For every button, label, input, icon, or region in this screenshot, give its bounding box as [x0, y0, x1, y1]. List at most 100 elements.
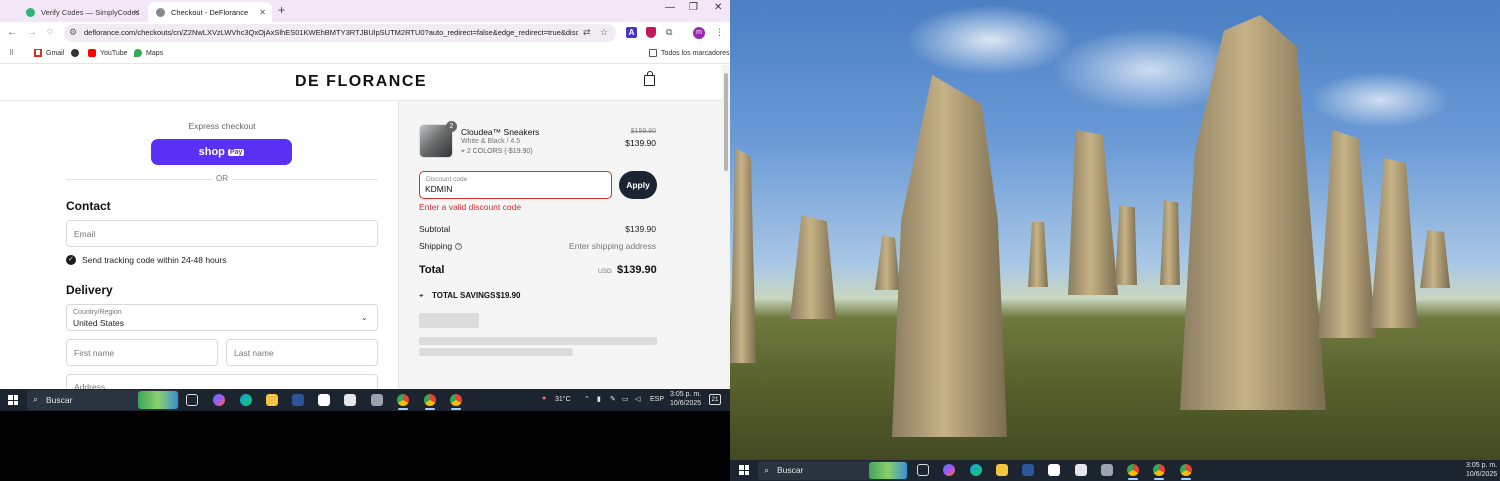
task-view-icon[interactable] — [917, 464, 929, 476]
contact-title: Contact — [66, 199, 111, 213]
file-explorer-icon[interactable] — [266, 394, 278, 406]
simplycodes-favicon-icon — [26, 7, 35, 17]
chevron-up-icon[interactable]: ⌃ — [584, 395, 590, 403]
forward-icon[interactable]: → — [27, 27, 37, 38]
subtotal-value: $139.90 — [625, 224, 656, 234]
mail-icon[interactable] — [344, 394, 356, 406]
battery-icon[interactable]: ▮ — [597, 395, 601, 403]
scrollbar-thumb[interactable] — [724, 73, 728, 171]
close-tab-icon[interactable]: ✕ — [259, 8, 266, 17]
bookmark-youtube[interactable]: YouTube — [88, 49, 128, 57]
loading-placeholder — [419, 313, 479, 328]
tracking-checkbox[interactable]: ✓ — [66, 255, 76, 265]
loading-icon[interactable]: ◌ — [47, 26, 53, 37]
language-indicator[interactable]: ESP — [650, 396, 664, 403]
shop-pay-button[interactable]: shop Pay — [151, 139, 292, 165]
taskbar-search-label: Buscar — [777, 465, 804, 475]
country-value: United States — [73, 318, 125, 328]
chevron-down-icon: ⌄ — [361, 313, 368, 322]
calculator-icon[interactable] — [1101, 464, 1113, 476]
loading-placeholder — [419, 348, 573, 356]
store-logo[interactable]: DE FLORANCE — [295, 73, 427, 91]
store-icon[interactable] — [318, 394, 330, 406]
tab-checkout[interactable]: Checkout - DeFlorance ✕ — [148, 2, 272, 22]
close-window-icon[interactable]: ✕ — [714, 2, 722, 13]
windows-start-icon[interactable] — [8, 395, 18, 405]
express-checkout-label: Express checkout — [188, 121, 256, 131]
shipping-value: Enter shipping address — [569, 241, 656, 251]
deflorance-favicon-icon — [156, 7, 165, 17]
help-circle-icon[interactable]: ? — [455, 243, 463, 251]
search-highlight-image — [869, 462, 907, 479]
bookmark-globe[interactable] — [71, 49, 83, 57]
discount-error-message: Enter a valid discount code — [419, 202, 522, 212]
chrome-icon[interactable] — [1127, 464, 1139, 480]
standing-stone — [1028, 222, 1048, 287]
restore-icon[interactable]: ❐ — [689, 2, 698, 13]
translate-icon[interactable]: ⇄ — [583, 27, 591, 38]
word-icon[interactable] — [292, 394, 304, 406]
clock-time[interactable]: 3:05 p. m. — [1466, 462, 1497, 469]
clock-date[interactable]: 10/6/2025 — [670, 400, 701, 407]
file-explorer-icon[interactable] — [996, 464, 1008, 476]
total-label: Total — [419, 264, 445, 276]
volume-icon[interactable]: ◁ — [635, 395, 640, 403]
extension-shield-icon[interactable] — [646, 27, 656, 38]
bookmark-star-icon[interactable]: ☆ — [600, 27, 608, 38]
pen-icon[interactable]: ✎ — [610, 395, 616, 403]
notifications-badge[interactable]: 21 — [709, 394, 721, 405]
network-icon[interactable]: ▭ — [622, 395, 629, 403]
temperature[interactable]: 31°C — [555, 396, 571, 403]
standing-stone — [1318, 130, 1376, 338]
windows-start-icon[interactable] — [739, 465, 749, 475]
mail-icon[interactable] — [1075, 464, 1087, 476]
chrome-icon[interactable] — [450, 394, 462, 410]
copilot-icon[interactable] — [943, 464, 955, 476]
chrome-icon[interactable] — [424, 394, 436, 410]
left-monitor: Verify Codes — SimplyCodes ✕ Checkout - … — [0, 0, 730, 411]
word-icon[interactable] — [1022, 464, 1034, 476]
shopping-bag-icon[interactable] — [644, 71, 655, 86]
extensions-puzzle-icon[interactable]: ⧉ — [666, 27, 672, 38]
or-separator: OR — [212, 174, 232, 183]
edge-icon[interactable] — [970, 464, 982, 476]
bookmark-gmail[interactable]: Gmail — [34, 49, 64, 57]
product-variant: White & Black / 4.5 — [461, 138, 521, 145]
clock-time[interactable]: 3:05 p. m. — [670, 391, 701, 398]
bookmark-maps[interactable]: Maps — [134, 49, 163, 57]
chrome-icon[interactable] — [1153, 464, 1165, 480]
menu-dots-icon[interactable]: ⋮ — [715, 27, 724, 38]
standing-stone — [1180, 15, 1326, 410]
discount-code-input[interactable] — [425, 184, 605, 194]
store-icon[interactable] — [1048, 464, 1060, 476]
last-name-field[interactable]: Last name — [226, 339, 378, 366]
globe-icon — [71, 49, 79, 57]
folder-icon — [649, 49, 657, 57]
weather-icon[interactable]: ● — [542, 395, 546, 402]
minimize-icon[interactable]: — — [665, 2, 675, 13]
tab-title: Checkout - DeFlorance — [171, 7, 249, 17]
tab-simplycodes[interactable]: Verify Codes — SimplyCodes ✕ — [18, 2, 146, 22]
chrome-icon[interactable] — [1180, 464, 1192, 480]
chrome-icon[interactable] — [397, 394, 409, 410]
back-icon[interactable]: ← — [7, 27, 17, 38]
clock-date[interactable]: 10/6/2025 — [1466, 471, 1497, 478]
shipping-label-row: Shipping? — [419, 241, 463, 251]
edge-icon[interactable] — [240, 394, 252, 406]
first-name-field[interactable]: First name — [66, 339, 218, 366]
taskbar-search-label: Buscar — [46, 395, 73, 405]
new-tab-icon[interactable]: + — [278, 3, 285, 17]
copilot-icon[interactable] — [213, 394, 225, 406]
all-bookmarks[interactable]: Todos los marcadores — [649, 49, 729, 57]
site-info-icon[interactable]: ⚙ — [69, 27, 77, 38]
profile-avatar[interactable]: m — [693, 27, 705, 39]
url-text[interactable]: deflorance.com/checkouts/cn/Z2NwLXVzLWVh… — [84, 28, 578, 37]
task-view-icon[interactable] — [186, 394, 198, 406]
apply-discount-button[interactable]: Apply — [619, 171, 657, 199]
close-tab-icon[interactable]: ✕ — [133, 8, 140, 17]
apps-grid-icon[interactable]: ⠿ — [9, 49, 14, 57]
search-icon: ⌕ — [764, 465, 770, 475]
calculator-icon[interactable] — [371, 394, 383, 406]
extension-a-icon[interactable]: A — [626, 27, 637, 38]
email-field[interactable]: Email — [66, 220, 378, 247]
